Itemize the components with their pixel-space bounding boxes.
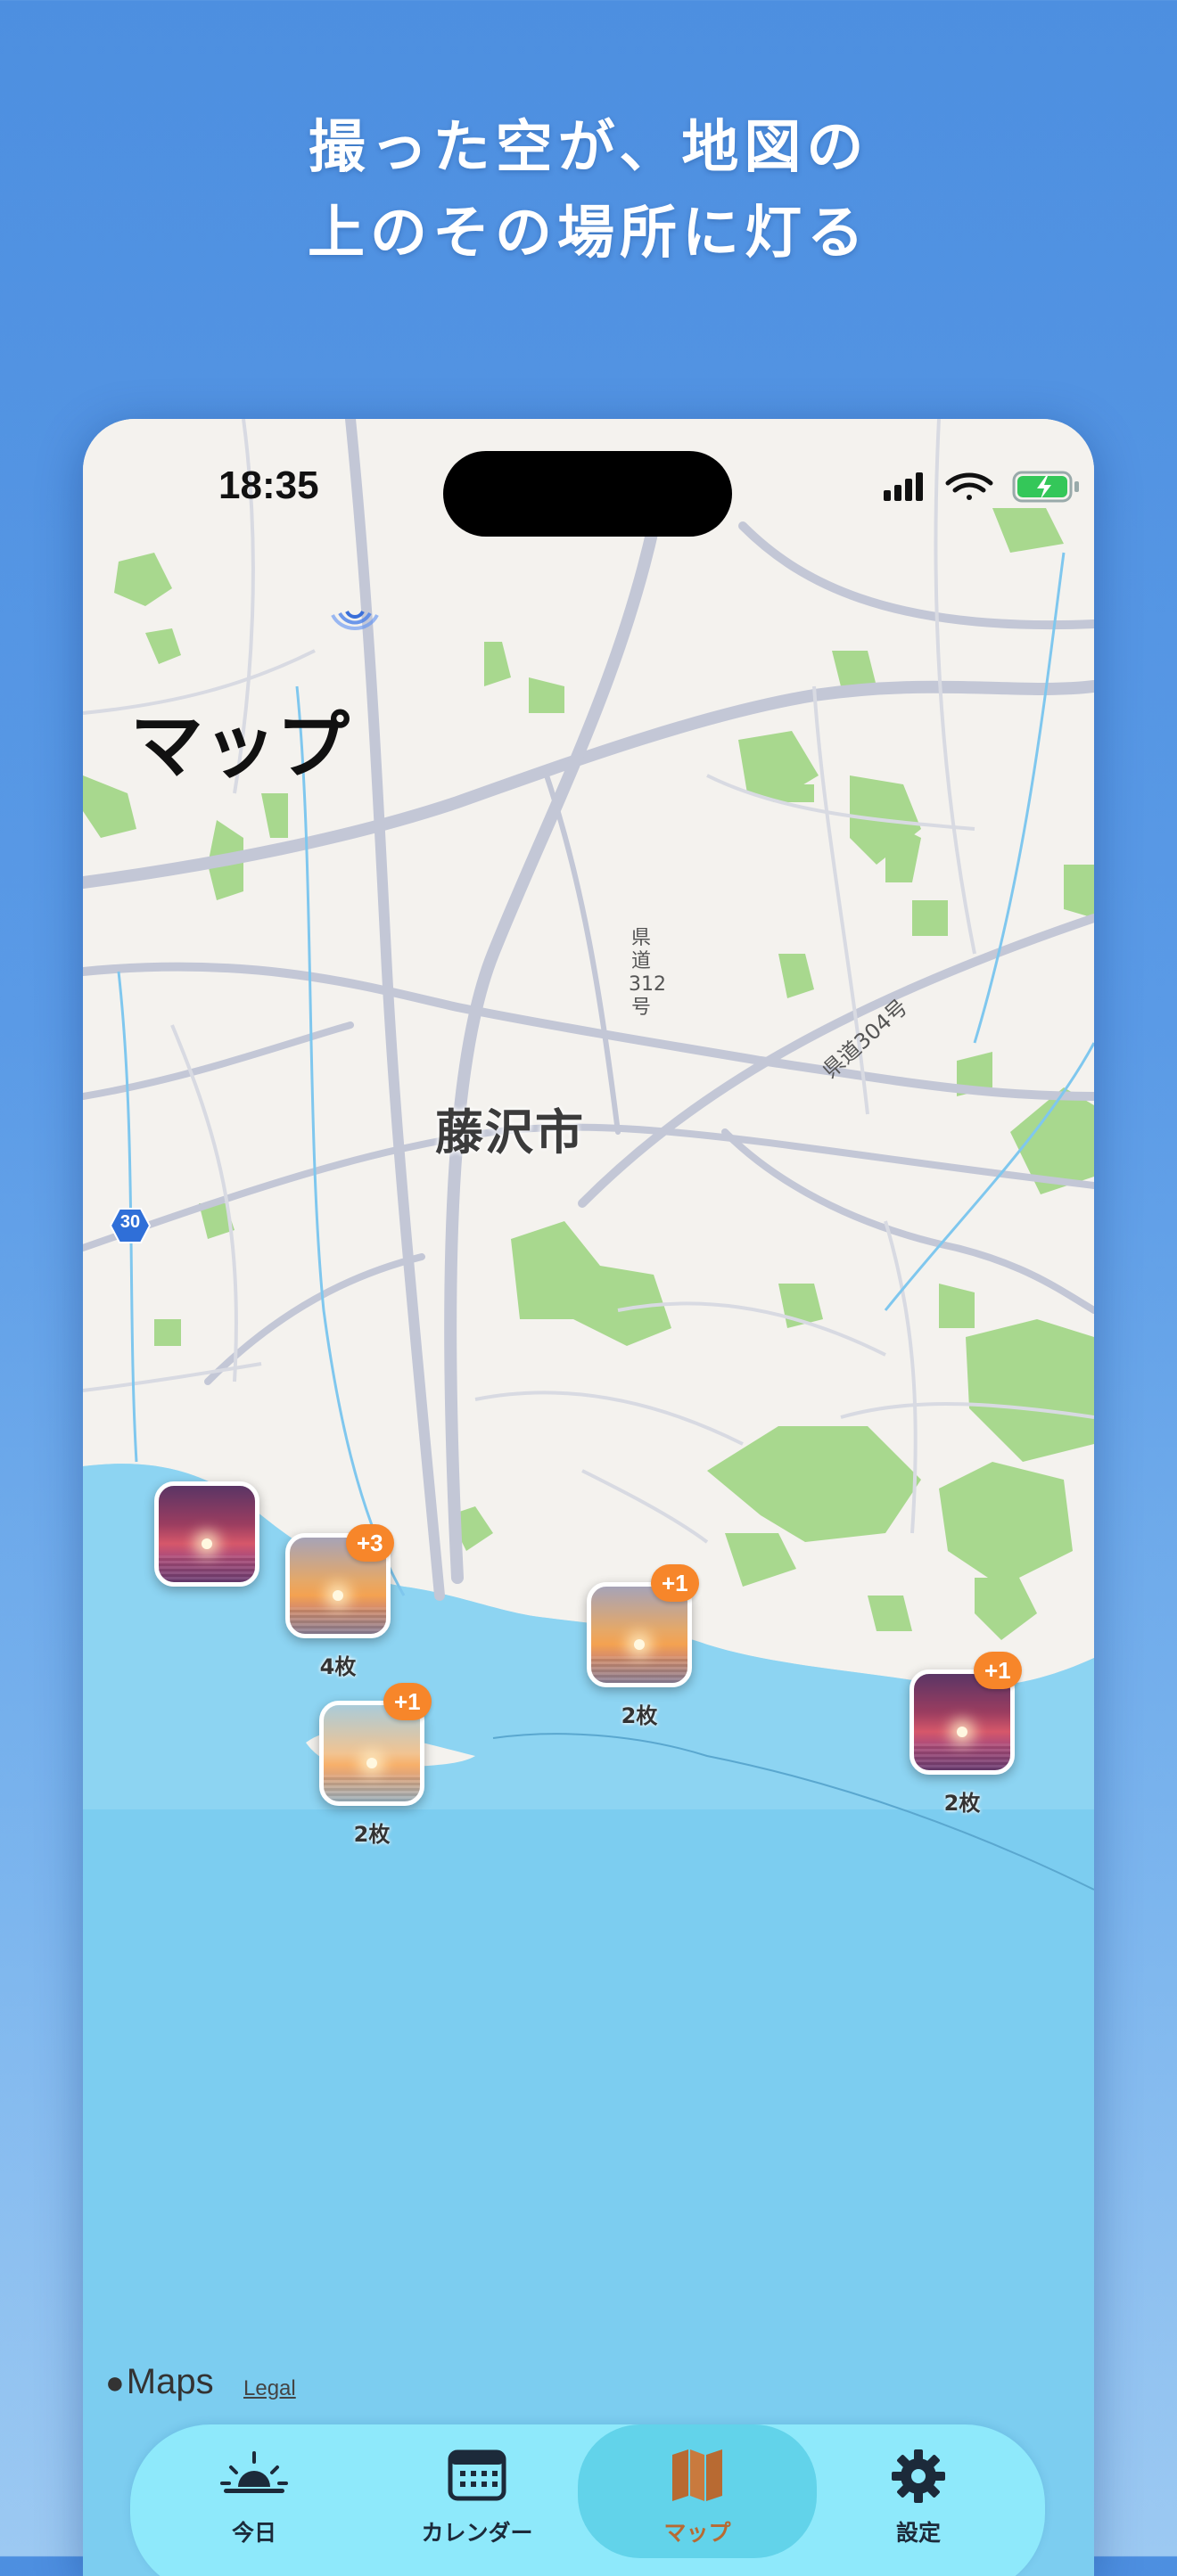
tab-calendar[interactable]: カレンダー xyxy=(358,2424,597,2558)
photo-count-label: 4枚 xyxy=(319,1654,357,1679)
promo-line-1: 撮った空が、地図の xyxy=(308,114,869,181)
signal-icon xyxy=(884,472,923,501)
photo-thumbnail xyxy=(154,1481,259,1587)
maps-attribution: ●Maps xyxy=(105,2362,214,2402)
tab-calendar-label: カレンダー xyxy=(421,2520,533,2546)
dynamic-island xyxy=(443,451,732,537)
tab-map-label: マップ xyxy=(663,2520,731,2546)
photo-count-badge: +1 xyxy=(651,1564,699,1602)
battery-charging-icon xyxy=(1012,471,1079,503)
city-label: 藤沢市 xyxy=(435,1104,585,1161)
tab-map[interactable]: マップ xyxy=(578,2424,817,2558)
photo-count-label: 2枚 xyxy=(621,1703,658,1728)
tab-settings[interactable]: 設定 xyxy=(799,2424,1038,2558)
photo-count-badge: +1 xyxy=(974,1652,1022,1689)
status-icons xyxy=(884,471,1079,503)
tab-today-label: 今日 xyxy=(231,2520,276,2546)
location-accuracy-icon xyxy=(331,610,379,630)
apple-logo-icon: ● xyxy=(105,2364,125,2400)
road-label-vertical: 県道312号 xyxy=(629,927,666,1019)
tab-bar: 今日 カレンダー マップ 設定 xyxy=(130,2424,1045,2576)
phone-screen: 18:35 マップ 県道312号 県道304号 藤沢市 30 +3 4枚 +1 … xyxy=(83,419,1094,2576)
wifi-icon xyxy=(945,472,993,500)
promo-headline: 撮った空が、地図の 上のその場所に灯る xyxy=(0,105,1177,276)
route-shield-number: 30 xyxy=(119,1212,141,1232)
gear-icon xyxy=(892,2449,945,2503)
photo-count-label: 2枚 xyxy=(353,1822,391,1847)
tab-today[interactable]: 今日 xyxy=(135,2424,374,2558)
photo-count-badge: +1 xyxy=(383,1683,432,1720)
calendar-icon xyxy=(448,2449,506,2501)
tab-settings-label: 設定 xyxy=(895,2520,941,2546)
sunrise-icon xyxy=(220,2451,288,2493)
promo-line-2: 上のその場所に灯る xyxy=(308,200,869,267)
photo-count-badge: +3 xyxy=(346,1524,394,1562)
status-time: 18:35 xyxy=(218,464,319,507)
map-icon xyxy=(672,2449,722,2501)
page-title: マップ xyxy=(130,704,350,789)
maps-attribution-text: Maps xyxy=(126,2362,214,2401)
photo-count-label: 2枚 xyxy=(943,1791,981,1816)
legal-link[interactable]: Legal xyxy=(243,2376,296,2401)
route-shield: 30 xyxy=(109,1207,152,1244)
